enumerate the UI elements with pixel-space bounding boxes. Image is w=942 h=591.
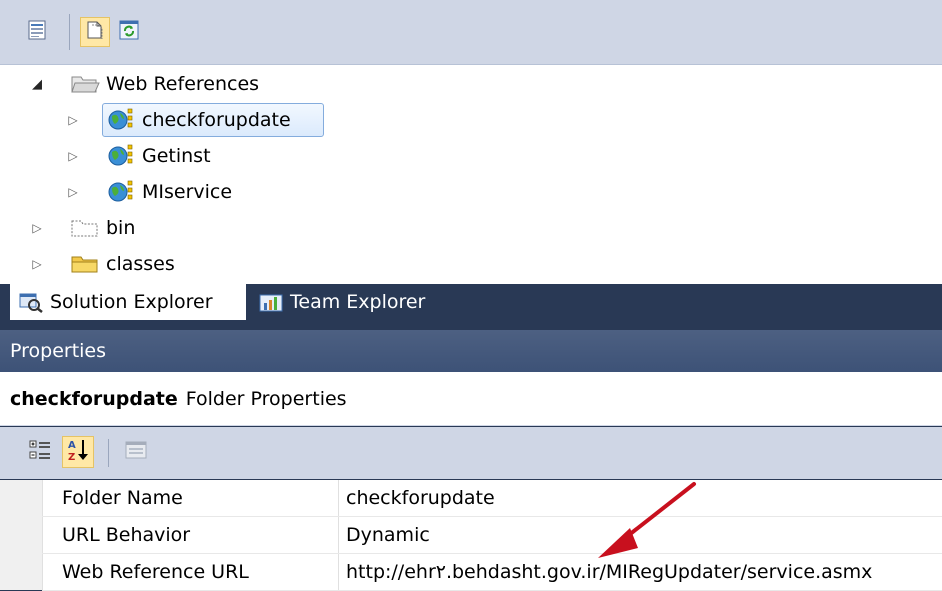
tree-node-checkforupdate[interactable]: checkforupdate: [106, 103, 291, 137]
tree-node-label: MIservice: [142, 181, 233, 203]
svg-text:Z: Z: [68, 452, 75, 463]
tree-node-bin[interactable]: bin: [70, 211, 135, 245]
properties-object-header: checkforupdate Folder Properties: [0, 372, 942, 426]
column-divider: [338, 554, 339, 590]
toolbar-separator: [108, 439, 109, 467]
expand-arrow-icon[interactable]: ▷: [30, 211, 44, 245]
web-reference-icon: [106, 179, 136, 205]
properties-title-bar: Properties: [0, 330, 942, 372]
show-all-files-button[interactable]: [80, 17, 110, 47]
properties-title: Properties: [10, 340, 107, 362]
property-row-url-behavior[interactable]: URL Behavior Dynamic: [42, 517, 942, 554]
column-divider: [338, 517, 339, 553]
folder-icon: [70, 251, 100, 277]
property-name: Web Reference URL: [62, 561, 249, 583]
tree-node-label: Getinst: [142, 145, 211, 167]
categorized-button[interactable]: [24, 436, 56, 468]
show-all-files-icon: [84, 19, 106, 45]
tree-node-label: bin: [106, 217, 136, 239]
properties-toolbar: A Z: [0, 427, 942, 479]
tree-node-getinst[interactable]: Getinst: [106, 139, 211, 173]
column-divider: [338, 480, 339, 516]
property-name: URL Behavior: [62, 524, 191, 546]
property-pages-button: [120, 436, 152, 468]
solution-explorer-toolbar: [0, 0, 942, 65]
property-grid: Folder Name checkforupdate URL Behavior …: [0, 480, 942, 591]
categorized-icon: [28, 438, 52, 466]
tab-team-explorer[interactable]: Team Explorer: [254, 284, 474, 320]
toolbar-separator: [69, 14, 70, 50]
alphabetical-button[interactable]: A Z: [62, 436, 94, 468]
property-value[interactable]: checkforupdate: [346, 480, 495, 516]
expand-arrow-icon[interactable]: ▷: [66, 139, 80, 173]
object-type: Folder Properties: [185, 387, 347, 410]
web-reference-icon: [106, 107, 136, 133]
collapse-arrow-icon[interactable]: ◢: [30, 67, 44, 101]
folder-open-icon: [70, 71, 100, 97]
tab-label: Team Explorer: [290, 291, 426, 313]
property-value[interactable]: Dynamic: [346, 517, 430, 553]
object-name: checkforupdate: [10, 387, 178, 410]
property-row-folder-name[interactable]: Folder Name checkforupdate: [42, 480, 942, 517]
solution-explorer-panel: ◢ Web References ▷ checkforupdate ▷ Geti…: [0, 0, 942, 284]
property-name: Folder Name: [62, 487, 183, 509]
tree-node-miservice[interactable]: MIservice: [106, 175, 232, 209]
tree-node-label: checkforupdate: [142, 109, 291, 131]
tree-node-label: Web References: [106, 73, 260, 95]
property-grid-gutter: [0, 480, 43, 590]
annotation-arrow-icon: [598, 482, 696, 558]
expand-arrow-icon[interactable]: ▷: [66, 175, 80, 209]
expand-arrow-icon[interactable]: ▷: [30, 247, 44, 281]
refresh-button[interactable]: [114, 17, 144, 47]
properties-icon: [26, 19, 48, 45]
tab-solution-explorer[interactable]: Solution Explorer: [10, 284, 246, 320]
folder-dashed-icon: [70, 215, 100, 241]
svg-text:A: A: [68, 440, 76, 451]
tree-node-web-references[interactable]: Web References: [70, 67, 259, 101]
property-row-web-reference-url[interactable]: Web Reference URL http://ehr۲.behdasht.g…: [42, 554, 942, 591]
solution-explorer-icon: [18, 291, 44, 313]
tool-window-tabs: Solution Explorer Team Explorer: [0, 284, 942, 322]
tree-node-classes[interactable]: classes: [70, 247, 175, 281]
web-reference-icon: [106, 143, 136, 169]
team-explorer-icon: [258, 291, 284, 313]
tab-label: Solution Explorer: [50, 291, 213, 313]
expand-arrow-icon[interactable]: ▷: [66, 103, 80, 137]
property-pages-icon: [124, 439, 148, 465]
tree-node-label: classes: [106, 253, 175, 275]
properties-button[interactable]: [22, 17, 52, 47]
refresh-icon: [118, 19, 140, 45]
sort-alphabetical-icon: A Z: [65, 437, 91, 467]
